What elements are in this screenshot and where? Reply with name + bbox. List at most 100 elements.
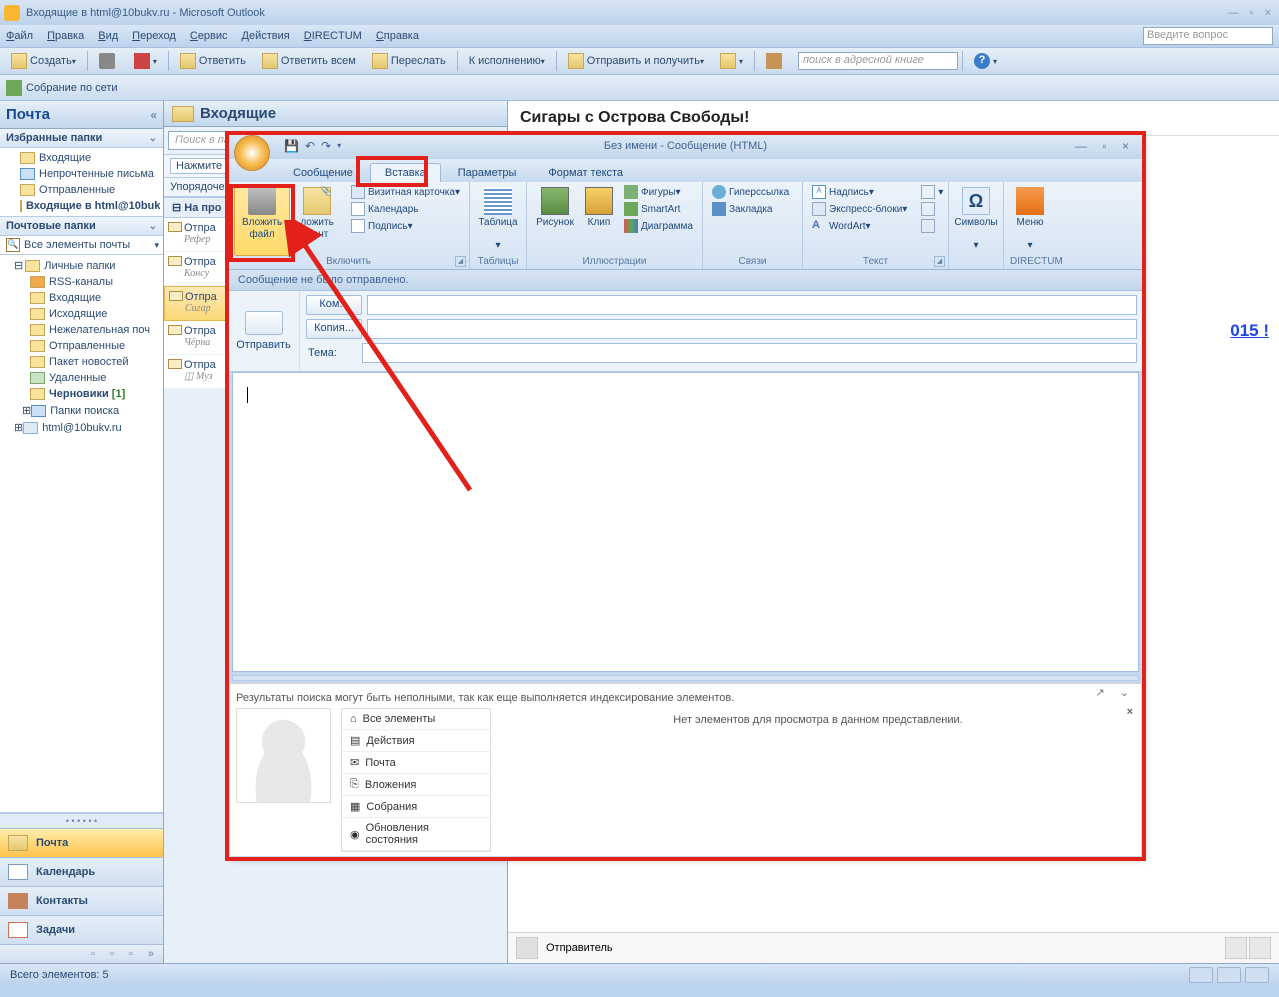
include-dialog-launcher[interactable]: ◢	[455, 256, 466, 267]
warning-close[interactable]: ×	[1127, 706, 1133, 718]
tab-status[interactable]: ◉Обновления состояния	[342, 818, 490, 851]
nav-overflow[interactable]: ▫ ▫ ▫ »	[0, 944, 163, 963]
shapes-button[interactable]: Фигуры ▾	[621, 184, 696, 200]
menu-file[interactable]: Файл	[6, 30, 33, 42]
module-tasks[interactable]: Задачи	[0, 915, 163, 944]
all-mail-items[interactable]: 🔍Все элементы почты▾	[0, 236, 163, 254]
bookmark-button[interactable]: Закладка	[709, 201, 792, 217]
tab-message[interactable]: Сообщение	[278, 163, 368, 182]
module-contacts[interactable]: Контакты	[0, 886, 163, 915]
window-controls[interactable]: — ▫ ×	[1228, 7, 1275, 19]
send-receive-button[interactable]: Отправить и получить	[561, 50, 711, 72]
year-link[interactable]: 015 !	[1230, 321, 1269, 341]
to-button[interactable]: Ком...	[306, 295, 362, 315]
signature-button[interactable]: Подпись ▾	[348, 218, 463, 234]
calendar-button[interactable]: Календарь	[348, 201, 463, 217]
tab-options[interactable]: Параметры	[443, 163, 532, 182]
office-button[interactable]	[234, 135, 270, 171]
menu-help[interactable]: Справка	[376, 30, 419, 42]
quick-parts-button[interactable]: Экспресс-блоки ▾	[809, 201, 910, 217]
followup-button[interactable]: К исполнению	[462, 52, 552, 70]
table-button[interactable]: Таблица▾	[476, 184, 520, 256]
send-button[interactable]: Отправить	[228, 291, 300, 371]
save-icon[interactable]: 💾	[284, 139, 299, 153]
directum-menu-button[interactable]: Меню▾	[1010, 184, 1050, 256]
mail-folders-header[interactable]: Почтовые папки	[0, 217, 163, 236]
fav-sent[interactable]: Отправленные	[0, 182, 163, 198]
tab-insert[interactable]: Вставка	[370, 163, 441, 182]
fav-inbox[interactable]: Входящие	[0, 150, 163, 166]
tree-account[interactable]: ⊞ html@10bukv.ru	[0, 419, 163, 436]
dropcap-button[interactable]: ▾	[918, 184, 946, 200]
new-button[interactable]: Создать	[4, 50, 83, 72]
tree-rss[interactable]: RSS-каналы	[0, 274, 163, 290]
tree-drafts[interactable]: Черновики [1]	[0, 386, 163, 402]
nav-title[interactable]: Почта	[0, 101, 163, 129]
subject-input[interactable]	[362, 343, 1137, 363]
tree-personal[interactable]: ⊟ Личные папки	[0, 257, 163, 274]
cc-button[interactable]: Копия...	[306, 319, 362, 339]
mailbox-dropdown[interactable]	[713, 50, 750, 72]
forward-button[interactable]: Переслать	[365, 50, 453, 72]
action-2[interactable]	[1249, 937, 1271, 959]
symbols-button[interactable]: ΩСимволы▾	[955, 184, 997, 256]
action-1[interactable]	[1225, 937, 1247, 959]
view-2[interactable]	[1217, 967, 1241, 983]
nav-splitter[interactable]: • • • • • •	[0, 813, 163, 828]
compose-splitter[interactable]	[232, 675, 1139, 681]
biz-card-button[interactable]: Визитная карточка ▾	[348, 184, 463, 200]
picture-button[interactable]: Рисунок	[533, 184, 577, 256]
qat-more-icon[interactable]: ▾	[337, 141, 341, 150]
undo-icon[interactable]: ↶	[305, 139, 315, 153]
tab-mail[interactable]: ✉Почта	[342, 752, 490, 774]
module-calendar[interactable]: Календарь	[0, 857, 163, 886]
tab-actions[interactable]: ▤Действия	[342, 730, 490, 752]
address-search-input[interactable]: поиск в адресной книге	[798, 52, 958, 70]
reply-button[interactable]: Ответить	[173, 50, 253, 72]
cc-input[interactable]	[367, 319, 1137, 339]
print-button[interactable]	[92, 50, 125, 72]
tab-meetings[interactable]: ▦Собрания	[342, 796, 490, 818]
menu-edit[interactable]: Правка	[47, 30, 84, 42]
redo-icon[interactable]: ↷	[321, 139, 331, 153]
object-button[interactable]	[918, 218, 946, 234]
menu-view[interactable]: Вид	[98, 30, 118, 42]
menu-directum[interactable]: DIRECTUM	[304, 30, 362, 42]
text-dialog-launcher[interactable]: ◢	[934, 256, 945, 267]
tree-sent[interactable]: Отправленные	[0, 338, 163, 354]
fav-folders-header[interactable]: Избранные папки	[0, 129, 163, 148]
to-input[interactable]	[367, 295, 1137, 315]
attach-item-button[interactable]: 📎 ложить мент	[292, 184, 342, 256]
delete-dropdown[interactable]	[127, 50, 164, 72]
module-mail[interactable]: Почта	[0, 828, 163, 857]
attach-file-button[interactable]: Вложить файл	[234, 184, 290, 256]
textbox-button[interactable]: AНадпись ▾	[809, 184, 910, 200]
compose-body[interactable]	[232, 372, 1139, 672]
menu-go[interactable]: Переход	[132, 30, 176, 42]
tree-outbox[interactable]: Исходящие	[0, 306, 163, 322]
people-expand[interactable]: ↗ ⌄	[1096, 686, 1136, 699]
help-search-input[interactable]: Введите вопрос	[1143, 27, 1273, 45]
tree-inbox[interactable]: Входящие	[0, 290, 163, 306]
tab-all-items[interactable]: ⌂Все элементы	[342, 709, 490, 730]
hyperlink-button[interactable]: Гиперссылка	[709, 184, 792, 200]
menu-service[interactable]: Сервис	[190, 30, 228, 42]
reply-all-button[interactable]: Ответить всем	[255, 50, 363, 72]
fav-unread[interactable]: Непрочтенные письма	[0, 166, 163, 182]
tree-junk[interactable]: Нежелательная поч	[0, 322, 163, 338]
compose-title-bar[interactable]: 💾 ↶ ↷ ▾ Без имени - Сообщение (HTML) — ▫…	[228, 132, 1143, 159]
online-meeting-button[interactable]: Собрание по сети	[6, 80, 118, 96]
smartart-button[interactable]: SmartArt	[621, 201, 696, 217]
view-3[interactable]	[1245, 967, 1269, 983]
tab-attachments[interactable]: ⎘Вложения	[342, 774, 490, 796]
wordart-button[interactable]: AWordArt ▾	[809, 218, 910, 234]
help-button[interactable]: ?	[967, 50, 1004, 72]
chart-button[interactable]: Диаграмма	[621, 218, 696, 234]
address-book-button[interactable]	[759, 50, 792, 72]
tree-search-folders[interactable]: ⊞ Папки поиска	[0, 402, 163, 419]
tree-deleted[interactable]: Удаленные	[0, 370, 163, 386]
date-button[interactable]	[918, 201, 946, 217]
menu-actions[interactable]: Действия	[242, 30, 290, 42]
tree-news[interactable]: Пакет новостей	[0, 354, 163, 370]
compose-window-controls[interactable]: — ▫ ×	[1075, 139, 1135, 153]
